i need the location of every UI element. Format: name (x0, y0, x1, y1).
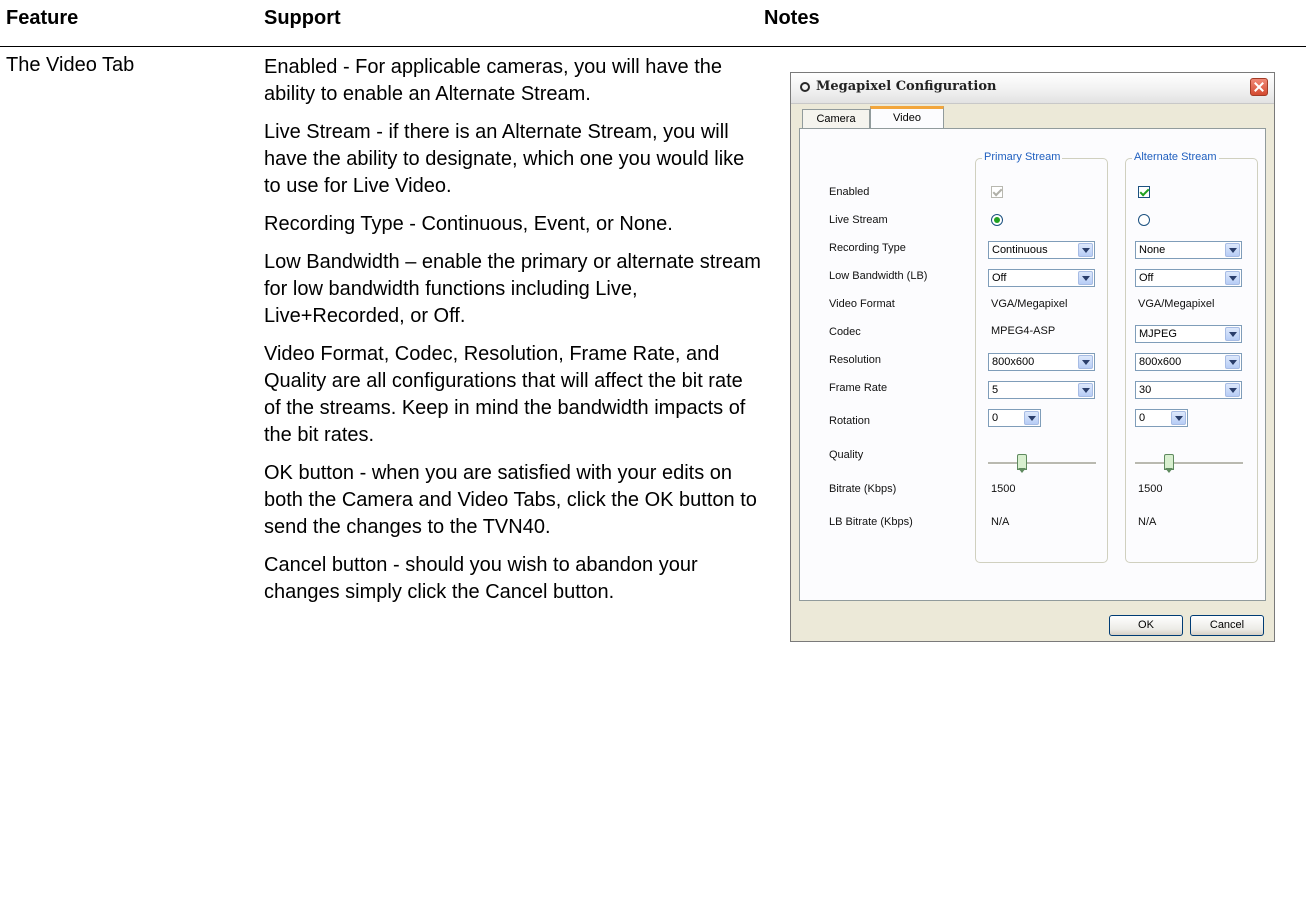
chevron-down-icon[interactable] (1078, 243, 1093, 257)
chevron-down-icon[interactable] (1225, 383, 1240, 397)
alternate-stream-group: Alternate Stream None Off VGA/Megapixel … (1125, 151, 1258, 563)
support-paragraph-recording-type: Recording Type - Continuous, Event, or N… (264, 213, 673, 235)
alternate-codec-select[interactable]: MJPEG (1135, 325, 1242, 343)
label-codec: Codec (829, 326, 861, 338)
primary-rotation-select[interactable]: 0 (988, 409, 1041, 427)
primary-stream-group: Primary Stream Continuous Off VGA/Megapi… (975, 151, 1108, 563)
label-resolution: Resolution (829, 354, 881, 366)
alternate-low-bandwidth-value: Off (1139, 272, 1154, 284)
alternate-rotation-value: 0 (1139, 412, 1146, 424)
label-recording-type: Recording Type (829, 242, 906, 254)
primary-codec: MPEG4-ASP (991, 325, 1056, 337)
ok-button[interactable]: OK (1109, 615, 1183, 636)
label-enabled: Enabled (829, 186, 870, 198)
label-live-stream: Live Stream (829, 214, 888, 226)
header-feature: Feature (6, 7, 79, 29)
alternate-lb-bitrate: N/A (1138, 516, 1157, 528)
primary-low-bandwidth-value: Off (992, 272, 1007, 284)
alternate-enabled-checkbox[interactable] (1138, 186, 1150, 198)
chevron-down-icon[interactable] (1171, 411, 1186, 425)
header-notes: Notes (764, 7, 820, 29)
slider-track (1135, 462, 1243, 465)
label-video-format: Video Format (829, 298, 895, 310)
alternate-video-format: VGA/Megapixel (1138, 298, 1215, 310)
label-quality: Quality (829, 449, 864, 461)
primary-frame-rate-value: 5 (992, 384, 999, 396)
label-bitrate: Bitrate (Kbps) (829, 483, 897, 495)
primary-bitrate: 1500 (991, 483, 1016, 495)
alternate-stream-title: Alternate Stream (1132, 151, 1219, 163)
chevron-down-icon[interactable] (1024, 411, 1039, 425)
primary-rotation-value: 0 (992, 412, 999, 424)
primary-enabled-checkbox[interactable] (991, 186, 1003, 198)
alternate-low-bandwidth-select[interactable]: Off (1135, 269, 1242, 287)
primary-low-bandwidth-select[interactable]: Off (988, 269, 1095, 287)
chevron-down-icon[interactable] (1078, 355, 1093, 369)
video-tab-panel: Enabled Live Stream Recording Type Low B… (799, 128, 1266, 601)
alternate-recording-type-value: None (1139, 244, 1166, 256)
alternate-resolution-value: 800x600 (1139, 356, 1182, 368)
support-paragraph-ok-button: OK button - when you are satisfied with … (264, 462, 757, 538)
close-icon[interactable] (1250, 78, 1268, 96)
alternate-bitrate: 1500 (1138, 483, 1163, 495)
chevron-down-icon[interactable] (1225, 243, 1240, 257)
header-rule (0, 46, 1306, 47)
primary-frame-rate-select[interactable]: 5 (988, 381, 1095, 399)
primary-resolution-value: 800x600 (992, 356, 1035, 368)
tab-video[interactable]: Video (870, 106, 944, 130)
label-rotation: Rotation (829, 415, 870, 427)
primary-lb-bitrate: N/A (991, 516, 1010, 528)
label-lb-bitrate: LB Bitrate (Kbps) (829, 516, 913, 528)
alternate-rotation-select[interactable]: 0 (1135, 409, 1188, 427)
feature-cell: The Video Tab (6, 54, 135, 76)
primary-quality-slider[interactable] (988, 451, 1096, 477)
tab-camera[interactable]: Camera (802, 109, 870, 129)
alternate-frame-rate-select[interactable]: 30 (1135, 381, 1242, 399)
support-paragraph-low-bandwidth: Low Bandwidth – enable the primary or al… (264, 251, 761, 327)
primary-live-stream-radio[interactable] (991, 214, 1003, 226)
primary-recording-type-select[interactable]: Continuous (988, 241, 1095, 259)
app-icon (800, 82, 810, 92)
alternate-live-stream-radio[interactable] (1138, 214, 1150, 226)
cancel-button[interactable]: Cancel (1190, 615, 1264, 636)
chevron-down-icon[interactable] (1078, 383, 1093, 397)
alternate-recording-type-select[interactable]: None (1135, 241, 1242, 259)
label-frame-rate: Frame Rate (829, 382, 888, 394)
primary-recording-type-value: Continuous (992, 244, 1048, 256)
megapixel-configuration-dialog: Megapixel Configuration Camera Video Ena… (790, 72, 1275, 642)
primary-stream-title: Primary Stream (982, 151, 1063, 163)
slider-thumb[interactable] (1017, 454, 1027, 473)
dialog-title: Megapixel Configuration (816, 79, 997, 94)
slider-track (988, 462, 1096, 465)
header-support: Support (264, 7, 341, 29)
slider-thumb[interactable] (1164, 454, 1174, 473)
label-low-bandwidth: Low Bandwidth (LB) (829, 270, 928, 282)
dialog-titlebar[interactable]: Megapixel Configuration (791, 73, 1274, 104)
support-paragraph-video-format: Video Format, Codec, Resolution, Frame R… (264, 343, 746, 446)
support-paragraph-enabled: Enabled - For applicable cameras, you wi… (264, 56, 723, 105)
chevron-down-icon[interactable] (1225, 327, 1240, 341)
support-paragraph-live-stream: Live Stream - if there is an Alternate S… (264, 121, 745, 197)
chevron-down-icon[interactable] (1225, 271, 1240, 285)
primary-resolution-select[interactable]: 800x600 (988, 353, 1095, 371)
alternate-resolution-select[interactable]: 800x600 (1135, 353, 1242, 371)
primary-video-format: VGA/Megapixel (991, 298, 1068, 310)
support-paragraph-cancel-button: Cancel button - should you wish to aband… (264, 554, 698, 603)
support-column: Enabled - For applicable cameras, you wi… (264, 54, 764, 617)
alternate-frame-rate-value: 30 (1139, 384, 1152, 396)
chevron-down-icon[interactable] (1078, 271, 1093, 285)
alternate-quality-slider[interactable] (1135, 451, 1243, 477)
alternate-codec-value: MJPEG (1139, 328, 1177, 340)
chevron-down-icon[interactable] (1225, 355, 1240, 369)
